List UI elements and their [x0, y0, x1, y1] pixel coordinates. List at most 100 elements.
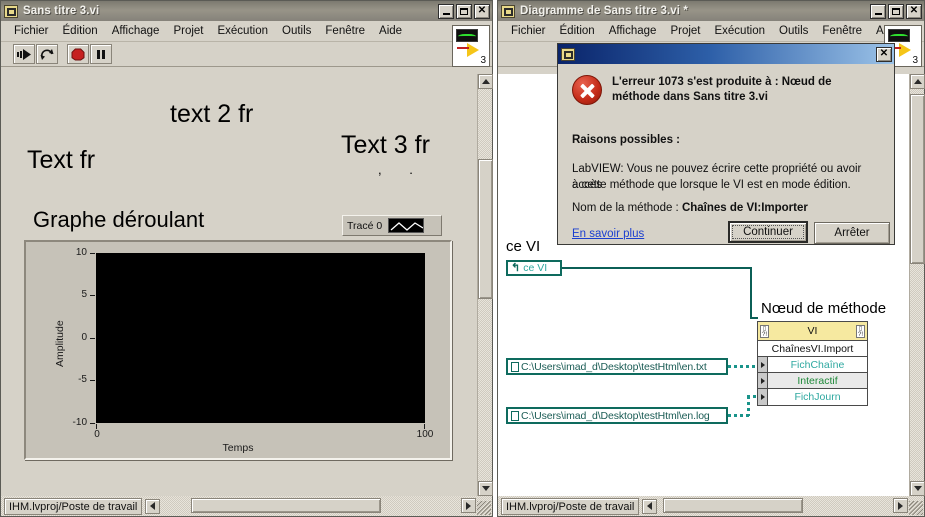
path-constant-txt[interactable]: C:\Users\imad_d\Desktop\testHtml\en.txt: [506, 358, 728, 375]
pause-button[interactable]: [90, 44, 112, 64]
error-dialog[interactable]: ✕ L'erreur 1073 s'est produite à : Nœud …: [557, 43, 895, 245]
maximize-button[interactable]: [888, 3, 904, 19]
run-continuously-button[interactable]: [36, 44, 58, 64]
scroll-up-button[interactable]: [478, 74, 493, 89]
wire-path-log-into-node[interactable]: [747, 395, 759, 398]
menu-execution[interactable]: Exécution: [210, 24, 275, 38]
run-arrow-icon: [16, 48, 31, 60]
block-diagram-menubar[interactable]: Fichier Édition Affichage Projet Exécuti…: [498, 21, 924, 42]
vscroll-thumb[interactable]: [910, 94, 925, 264]
wire-path-txt[interactable]: [728, 365, 757, 368]
hscroll-thumb[interactable]: [663, 498, 803, 513]
param-terminal-icon[interactable]: [758, 357, 768, 372]
method-node-param-1[interactable]: Interactif: [758, 373, 867, 389]
front-panel-statusbar[interactable]: IHM.lvproj/Poste de travail: [1, 496, 492, 516]
menu-fenetre[interactable]: Fenêtre: [815, 24, 869, 38]
menu-fichier[interactable]: Fichier: [504, 24, 553, 38]
label-text1: Text fr: [27, 146, 96, 174]
hscroll-left-button[interactable]: [642, 498, 658, 514]
hscroll-right-button[interactable]: [461, 498, 476, 513]
scroll-down-button[interactable]: [478, 481, 493, 496]
param-terminal-icon[interactable]: [758, 373, 768, 388]
menu-affichage[interactable]: Affichage: [105, 24, 167, 38]
menu-affichage[interactable]: Affichage: [602, 24, 664, 38]
wire-vi-ref-into-node[interactable]: [750, 317, 758, 319]
front-panel-toolbar[interactable]: ?: [1, 42, 492, 67]
vscroll-thumb[interactable]: [478, 159, 493, 299]
hscroll-right-button[interactable]: [893, 498, 908, 513]
menu-fenetre[interactable]: Fenêtre: [318, 24, 372, 38]
error-heading-line1: L'erreur 1073 s'est produite à : Nœud de: [612, 76, 832, 88]
path-constant-log[interactable]: C:\Users\imad_d\Desktop\testHtml\en.log: [506, 407, 728, 424]
run-button-group[interactable]: [13, 44, 59, 64]
minimize-button[interactable]: [870, 3, 886, 19]
abort-button[interactable]: [67, 44, 89, 64]
wire-vi-ref-vertical[interactable]: [750, 267, 752, 319]
wire-path-log-vertical[interactable]: [747, 396, 750, 416]
this-vi-caption: ce VI: [506, 238, 541, 255]
this-vi-reference-terminal[interactable]: ↰ ce VI: [506, 260, 562, 276]
front-panel-canvas[interactable]: text 2 fr Text fr Text 3 fr , . Graphe d…: [1, 74, 477, 496]
method-node-caption: Nœud de méthode: [761, 300, 887, 317]
block-diagram-window-buttons[interactable]: ✕: [870, 3, 922, 19]
error-dialog-close-button[interactable]: ✕: [876, 46, 892, 62]
legend-swatch[interactable]: [388, 218, 425, 233]
error-cross-icon: [572, 75, 602, 105]
block-diagram-status-text: IHM.lvproj/Poste de travail: [501, 497, 640, 515]
stop-button-label: Arrêter: [834, 227, 870, 239]
method-node[interactable]: ▯?! VI ▯?! ChaînesVI.Import FichChaîne I…: [757, 321, 868, 406]
close-button[interactable]: ✕: [906, 3, 922, 19]
abort-pause-group[interactable]: [67, 44, 113, 64]
block-diagram-statusbar[interactable]: IHM.lvproj/Poste de travail: [498, 496, 924, 516]
front-panel-menubar[interactable]: Fichier Édition Affichage Projet Exécuti…: [1, 21, 492, 42]
hscroll-left-button[interactable]: [145, 498, 161, 514]
y-tick-5: 5: [81, 289, 87, 300]
menu-aide[interactable]: Aide: [372, 24, 409, 38]
menu-fichier[interactable]: Fichier: [7, 24, 56, 38]
chevron-up-icon: [481, 79, 490, 84]
continue-button[interactable]: Continuer: [728, 221, 808, 243]
resize-grip[interactable]: [909, 501, 923, 515]
scroll-down-button[interactable]: [910, 481, 925, 496]
menu-execution[interactable]: Exécution: [707, 24, 772, 38]
resize-grip[interactable]: [477, 501, 491, 515]
stop-button[interactable]: Arrêter: [814, 222, 890, 244]
block-diagram-vscrollbar[interactable]: [909, 74, 925, 496]
param-terminal-icon[interactable]: [758, 389, 768, 405]
front-panel-window-buttons[interactable]: ✕: [438, 3, 490, 19]
wire-vi-ref-horizontal[interactable]: [562, 267, 752, 269]
front-panel-vi-icon[interactable]: 3: [452, 25, 490, 67]
front-panel-window[interactable]: Sans titre 3.vi ✕ Fichier Édition Affich…: [0, 0, 493, 517]
focus-outline: [732, 225, 804, 239]
menu-projet[interactable]: Projet: [663, 24, 707, 38]
scroll-up-button[interactable]: [910, 74, 925, 89]
chart-plot-area[interactable]: [96, 253, 425, 423]
front-panel-vscrollbar[interactable]: [477, 74, 493, 496]
error-dialog-titlebar[interactable]: ✕: [558, 44, 894, 64]
block-diagram-titlebar[interactable]: Diagramme de Sans titre 3.vi * ✕: [498, 1, 924, 21]
learn-more-link[interactable]: En savoir plus: [572, 228, 644, 240]
method-node-param-2[interactable]: FichJourn: [758, 389, 867, 405]
front-panel-titlebar[interactable]: Sans titre 3.vi ✕: [1, 1, 492, 21]
minimize-button[interactable]: [438, 3, 454, 19]
method-node-header: ▯?! VI ▯?!: [758, 322, 867, 341]
param-name: FichChaîne: [790, 358, 845, 371]
param-name: FichJourn: [794, 391, 841, 403]
pause-icon: [97, 49, 105, 59]
error-reasons-heading: Raisons possibles :: [572, 134, 681, 146]
maximize-button[interactable]: [456, 3, 472, 19]
close-button[interactable]: ✕: [474, 3, 490, 19]
waveform-chart[interactable]: 10 5 0 -5 -10 Amplitude 0 100 Temps: [24, 240, 452, 460]
run-continuously-icon: [40, 48, 53, 60]
run-button[interactable]: [13, 44, 35, 64]
menu-edition[interactable]: Édition: [56, 24, 105, 38]
hscroll-thumb[interactable]: [191, 498, 381, 513]
menu-outils[interactable]: Outils: [772, 24, 815, 38]
menu-projet[interactable]: Projet: [166, 24, 210, 38]
method-node-param-0[interactable]: FichChaîne: [758, 357, 867, 373]
node-corner-left-icon: ▯?!: [760, 324, 769, 338]
graph-legend[interactable]: Tracé 0: [342, 215, 442, 236]
menu-edition[interactable]: Édition: [553, 24, 602, 38]
y-tick-mark: [90, 295, 95, 296]
menu-outils[interactable]: Outils: [275, 24, 318, 38]
